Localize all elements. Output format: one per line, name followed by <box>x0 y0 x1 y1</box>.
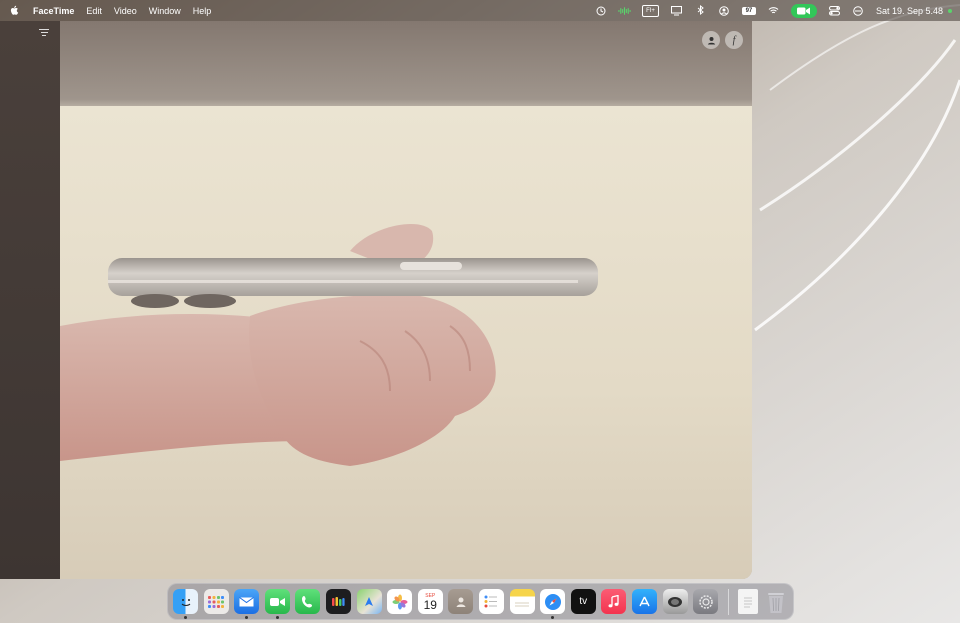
document-icon[interactable] <box>738 589 759 614</box>
dock-separator <box>727 588 729 615</box>
siri-icon[interactable] <box>852 4 865 17</box>
effects-glyph: f <box>732 34 736 46</box>
settings-icon[interactable] <box>693 589 719 614</box>
game-icon[interactable] <box>325 589 351 614</box>
camera-icon[interactable] <box>662 589 688 614</box>
audio-waveform-icon[interactable] <box>618 4 631 17</box>
app-store-icon[interactable] <box>631 589 657 614</box>
safari-icon[interactable] <box>540 589 566 619</box>
maps-icon[interactable] <box>356 589 382 614</box>
reminders-icon[interactable] <box>478 589 504 614</box>
launchpad-icon[interactable] <box>203 589 229 614</box>
apple-tv-icon[interactable]: tv <box>570 589 596 614</box>
facetime-icon[interactable] <box>264 589 290 619</box>
camera-video-frame <box>60 223 598 466</box>
notes-icon[interactable] <box>509 589 535 614</box>
calendar-icon[interactable]: SEP 19 <box>417 589 443 614</box>
trash-icon[interactable] <box>764 589 789 614</box>
mail-icon[interactable] <box>234 589 260 619</box>
menu-video[interactable]: Video <box>114 6 137 16</box>
apple-logo-icon[interactable] <box>8 4 21 17</box>
keyboard-input-icon[interactable]: FI+ <box>642 4 659 17</box>
contacts-icon[interactable] <box>448 589 474 614</box>
app-menu-facetime[interactable]: FaceTime <box>33 6 74 16</box>
time-machine-icon[interactable] <box>594 4 607 17</box>
menu-bar: FaceTime Edit Video Window Help FI+ 97 S… <box>0 0 960 21</box>
facetime-camera-indicator[interactable] <box>790 3 817 18</box>
menu-edit[interactable]: Edit <box>86 6 102 16</box>
tv-label: tv <box>579 596 588 607</box>
menu-window[interactable]: Window <box>149 6 181 16</box>
photos-icon[interactable] <box>387 589 413 614</box>
phone-icon[interactable] <box>295 589 321 614</box>
menu-help[interactable]: Help <box>193 6 212 16</box>
user-account-icon[interactable] <box>718 4 731 17</box>
mic-in-use-indicator <box>948 8 952 13</box>
control-center-icon[interactable] <box>828 4 841 17</box>
effects-f-icon[interactable]: f <box>725 31 743 49</box>
person-icon[interactable] <box>702 31 720 49</box>
camera-preview <box>60 21 752 579</box>
bluetooth-icon[interactable] <box>694 4 707 17</box>
wifi-icon[interactable] <box>767 4 780 17</box>
facetime-sidebar <box>0 21 60 579</box>
sidebar-toggle-icon[interactable] <box>38 29 50 39</box>
music-icon[interactable] <box>601 589 627 614</box>
finder-icon[interactable] <box>173 589 198 619</box>
menu-datetime[interactable]: Sat 19. Sep 5.48 <box>876 6 943 16</box>
dock: SEP 19 tv <box>167 583 794 620</box>
battery-indicator[interactable]: 97 <box>741 6 756 15</box>
facetime-window: f <box>0 21 752 579</box>
calendar-day: 19 <box>423 597 437 612</box>
display-mirroring-icon[interactable] <box>670 4 683 17</box>
